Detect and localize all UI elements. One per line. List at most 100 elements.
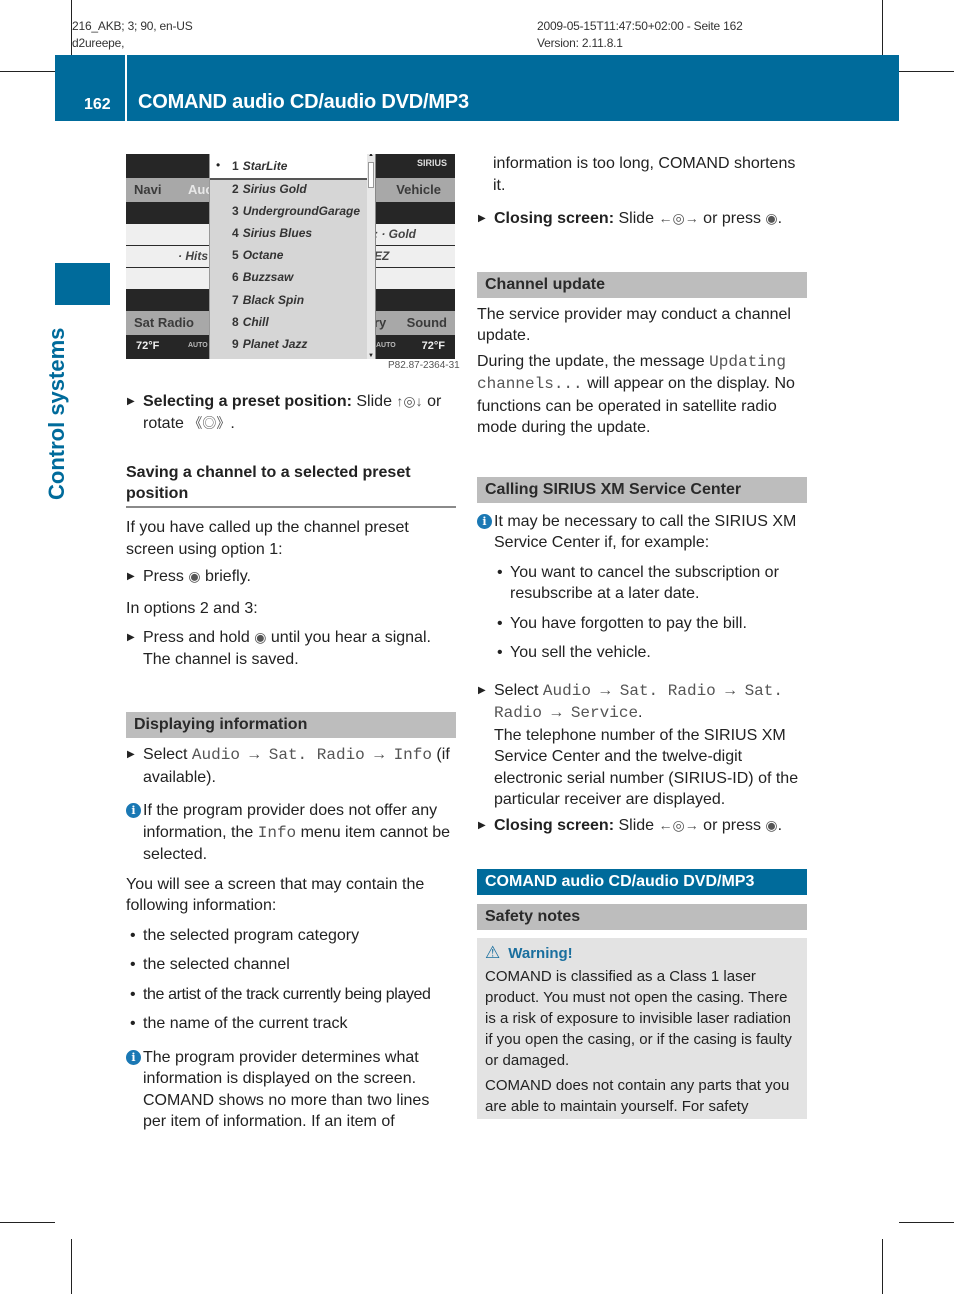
list-item: the selected channel — [126, 954, 456, 976]
preset-name: Chill — [242, 315, 269, 329]
step-text: until you hear a signal. — [266, 629, 431, 646]
arrow: → — [590, 681, 620, 700]
preset-name: Sirius Gold — [242, 182, 307, 196]
menu-path-info: Info — [393, 746, 432, 764]
preset-number: 3 — [232, 204, 239, 218]
list-item: You have forgotten to pay the bill. — [493, 613, 807, 635]
preset-name: Planet Jazz — [242, 337, 308, 351]
preset-name: Octane — [242, 248, 284, 262]
preset-name: Black Spin — [242, 293, 305, 307]
step-text: . — [230, 414, 235, 432]
meta-left-line2: d2ureepe, — [72, 36, 125, 50]
scroll-down-icon: ▼ — [368, 353, 374, 359]
preset-item[interactable]: 7 Black Spin — [232, 293, 304, 307]
note-text: The program provider determines what inf… — [143, 1048, 430, 1131]
preset-number: 4 — [232, 226, 239, 240]
slide-left-right-icon: ←◎→ — [658, 210, 699, 226]
preset-number: 6 — [232, 270, 239, 284]
preset-number: 8 — [232, 315, 239, 329]
preset-item[interactable]: 9 Planet Jazz — [232, 337, 307, 351]
preset-scrollbar[interactable]: ▲ ▼ — [367, 154, 376, 359]
menu-path-audio: Audio — [191, 746, 240, 764]
press-controller-icon: ◉ — [765, 816, 778, 833]
preset-item[interactable]: 4 Sirius Blues — [232, 226, 312, 240]
header-divider — [125, 55, 127, 121]
preset-name: StarLite — [242, 159, 288, 173]
warning-text: COMAND does not contain any parts that y… — [485, 1077, 790, 1115]
rotate-controller-icon: 《◎》 — [188, 414, 231, 431]
menu-sound: Sound — [406, 315, 447, 330]
step-result: The channel is saved. — [143, 650, 299, 668]
info-icon: i — [126, 1049, 141, 1065]
step-select-service: Select Audio → Sat. Radio → Sat. Radio →… — [477, 680, 807, 811]
crop-mark — [882, 1239, 883, 1294]
preset-item[interactable]: 6 Buzzsaw — [232, 270, 293, 284]
press-controller-icon: ◉ — [254, 629, 267, 645]
seat-icon: AUTO — [188, 342, 208, 349]
step-text: . — [638, 704, 643, 721]
preset-name: UndergroundGarage — [242, 204, 361, 218]
preset-item[interactable]: 2 Sirius Gold — [232, 182, 307, 196]
step-press: Press ◉ briefly. — [126, 566, 456, 588]
arrow: → — [239, 746, 269, 764]
slide-left-right-icon: ←◎→ — [658, 816, 699, 833]
step-text: Select — [494, 681, 543, 699]
step-select-preset: Selecting a preset position: Slide ↑◎↓ o… — [126, 391, 456, 434]
menu-path-service: Service — [570, 704, 639, 722]
warning-header: ⚠ Warning! — [485, 942, 799, 964]
preset-number: 1 — [232, 159, 239, 173]
step-close-screen: Closing screen: Slide ←◎→ or press ◉. — [477, 208, 807, 230]
scroll-up-icon: ▲ — [368, 154, 374, 158]
preset-item[interactable]: 3 UndergroundGarage — [232, 204, 360, 218]
temp-left: 72°F — [136, 340, 160, 352]
menu-item-info: Info — [257, 823, 297, 842]
preset-item[interactable]: 8 Chill — [232, 315, 269, 329]
section-heading-safety-notes: Safety notes — [477, 904, 807, 930]
note-text: It may be necessary to call the SIRIUS X… — [494, 512, 797, 552]
print-meta-left: 216_AKB; 3; 90, en-US d2ureepe, — [72, 18, 193, 52]
crop-mark — [0, 1222, 55, 1223]
section-heading-calling-sirius: Calling SIRIUS XM Service Center — [477, 476, 807, 503]
step-result: The telephone number of the SIRIUS XM Se… — [494, 726, 799, 809]
options-text: In options 2 and 3: — [126, 599, 258, 617]
preset-number: 9 — [232, 337, 239, 351]
preset-number: 5 — [232, 248, 239, 262]
preset-list: • 1 StarLite 2 Sirius Gold 3 UndergroundGar… — [209, 154, 368, 359]
step-text: or press — [698, 210, 766, 227]
preset-item[interactable]: 5 Octane — [232, 248, 283, 262]
list-item: the artist of the track currently being … — [126, 984, 456, 1006]
menu-vehicle: Vehicle — [396, 182, 441, 197]
warning-icon: ⚠ — [485, 943, 501, 962]
step-text: briefly. — [200, 568, 251, 585]
seat-icon: AUTO — [376, 342, 396, 349]
step-text: . — [777, 816, 783, 834]
step-select-info: Select Audio → Sat. Radio → Info (if ava… — [126, 744, 456, 788]
arrow: → — [364, 746, 394, 764]
info-note: i If the program provider does not offer… — [126, 800, 456, 866]
step-text: Select — [143, 746, 192, 763]
scroll-thumb[interactable] — [368, 162, 374, 188]
paragraph-text: During the update, the message — [477, 352, 710, 370]
list-item: the selected program category — [126, 925, 456, 947]
crop-mark — [899, 1222, 954, 1223]
arrow: → — [542, 704, 571, 722]
preset-number: 7 — [232, 293, 239, 307]
channel-update-p1: The service provider may conduct a chann… — [477, 305, 791, 345]
channel-update-p2: During the update, the message Updating … — [477, 351, 807, 439]
menu-path-sat-radio: Sat. Radio — [619, 681, 716, 700]
list-item: You want to cancel the subscription or r… — [493, 562, 807, 605]
saving-intro: If you have called up the channel preset… — [126, 519, 409, 558]
step-text: Slide — [614, 210, 659, 227]
continued-text: information is too long, COMAND shortens… — [493, 155, 796, 194]
screen-row-text: EZ — [374, 249, 390, 263]
crop-mark — [0, 71, 55, 72]
menu-path-audio: Audio — [542, 681, 591, 700]
screen-row-text: : · Gold — [374, 227, 416, 241]
warning-text: COMAND is classified as a Class 1 laser … — [485, 968, 792, 1069]
crop-mark — [899, 71, 954, 72]
step-text: or press — [698, 816, 766, 834]
preset-name: Sirius Blues — [242, 226, 313, 240]
preset-item[interactable]: 1 StarLite — [232, 159, 287, 173]
print-meta-right: 2009-05-15T11:47:50+02:00 - Seite 162 Ve… — [537, 18, 743, 52]
section-heading-displaying: Displaying information — [126, 712, 456, 738]
